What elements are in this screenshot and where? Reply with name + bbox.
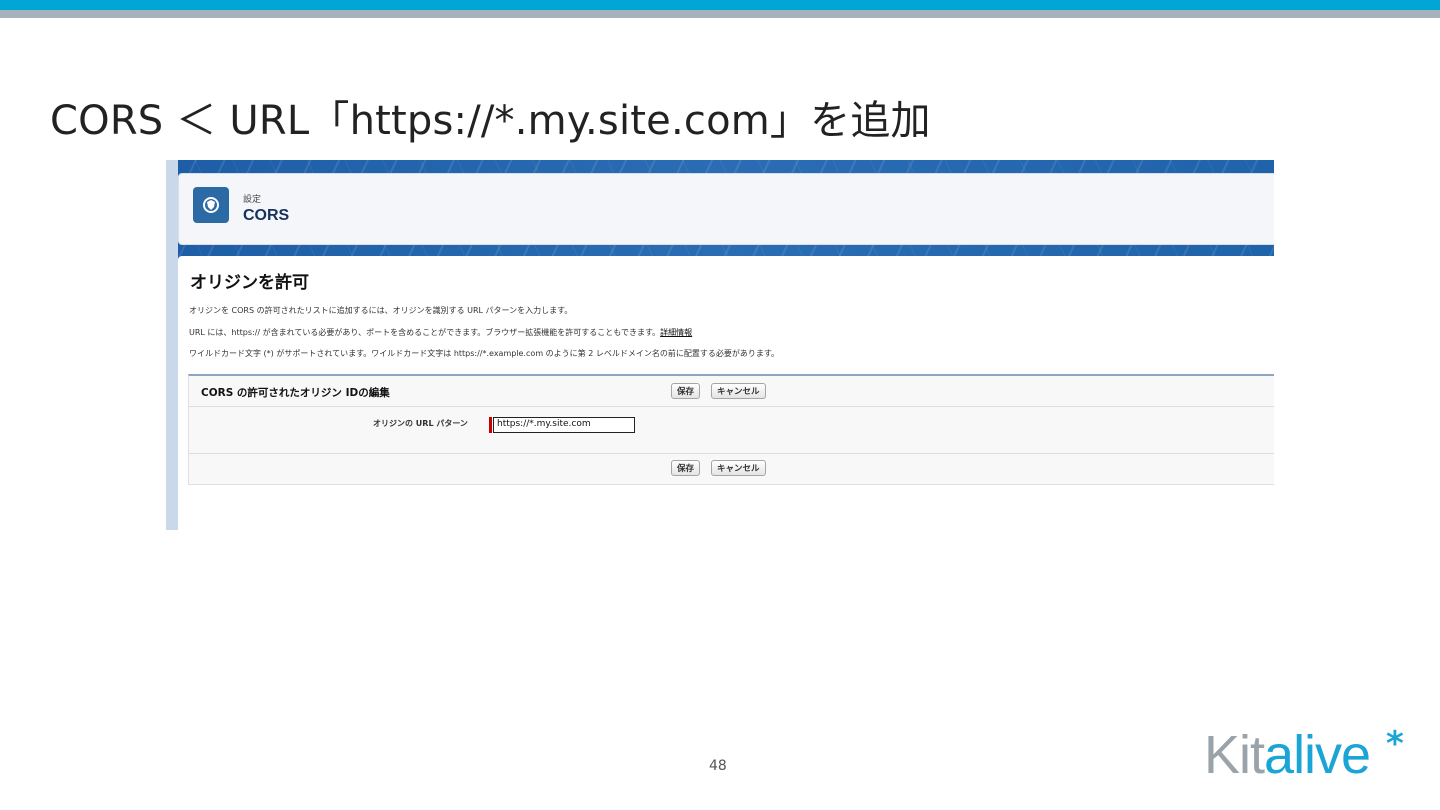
content-panel: オリジンを許可 オリジンを CORS の許可されたリストに追加するには、オリジン… — [178, 256, 1274, 530]
divider-top — [189, 406, 1274, 407]
logo-text: Kitalive — [1204, 724, 1371, 786]
slide-title: CORS ＜ URL「https://*.my.site.com」を追加 — [50, 98, 931, 144]
divider-bottom — [189, 453, 1274, 454]
breadcrumb[interactable]: 設定 — [243, 192, 261, 205]
help-link[interactable]: 詳細情報 — [660, 328, 692, 337]
required-indicator — [489, 417, 492, 433]
page-number: 48 — [709, 758, 727, 774]
field-label-url-pattern: オリジンの URL パターン — [373, 419, 468, 428]
logo-text-part2: alive — [1264, 725, 1371, 785]
page-title: CORS — [243, 207, 290, 224]
left-strip — [166, 160, 178, 530]
save-button-top[interactable]: 保存 — [671, 383, 701, 399]
edit-block: CORS の許可されたオリジン IDの編集 保存 キャンセル オリジンの URL… — [188, 374, 1274, 485]
salesforce-screenshot: 設定 CORS オリジンを許可 オリジンを CORS の許可されたリストに追加す… — [166, 160, 1274, 530]
setup-header: 設定 CORS — [178, 173, 1274, 245]
top-accent-bar — [0, 0, 1440, 10]
url-pattern-input[interactable]: https://*.my.site.com — [493, 417, 635, 433]
section-title: オリジンを許可 — [190, 273, 309, 293]
cancel-button-bottom[interactable]: キャンセル — [711, 460, 766, 476]
logo-text-part1: Kit — [1204, 725, 1265, 785]
description-line-2-text: URL には、https:// が含まれている必要があり、ポートを含めることがで… — [189, 328, 661, 337]
save-button-bottom[interactable]: 保存 — [671, 460, 701, 476]
shield-icon — [193, 187, 229, 223]
top-gray-bar — [0, 10, 1440, 18]
description-line-1: オリジンを CORS の許可されたリストに追加するには、オリジンを識別する UR… — [189, 306, 573, 315]
logo-star-icon: * — [1386, 724, 1404, 764]
edit-block-title: CORS の許可されたオリジン IDの編集 — [201, 387, 390, 399]
cancel-button-top[interactable]: キャンセル — [711, 383, 766, 399]
description-line-2: URL には、https:// が含まれている必要があり、ポートを含めることがで… — [189, 327, 692, 338]
description-line-3: ワイルドカード文字 (*) がサポートされています。ワイルドカード文字は htt… — [189, 349, 780, 358]
